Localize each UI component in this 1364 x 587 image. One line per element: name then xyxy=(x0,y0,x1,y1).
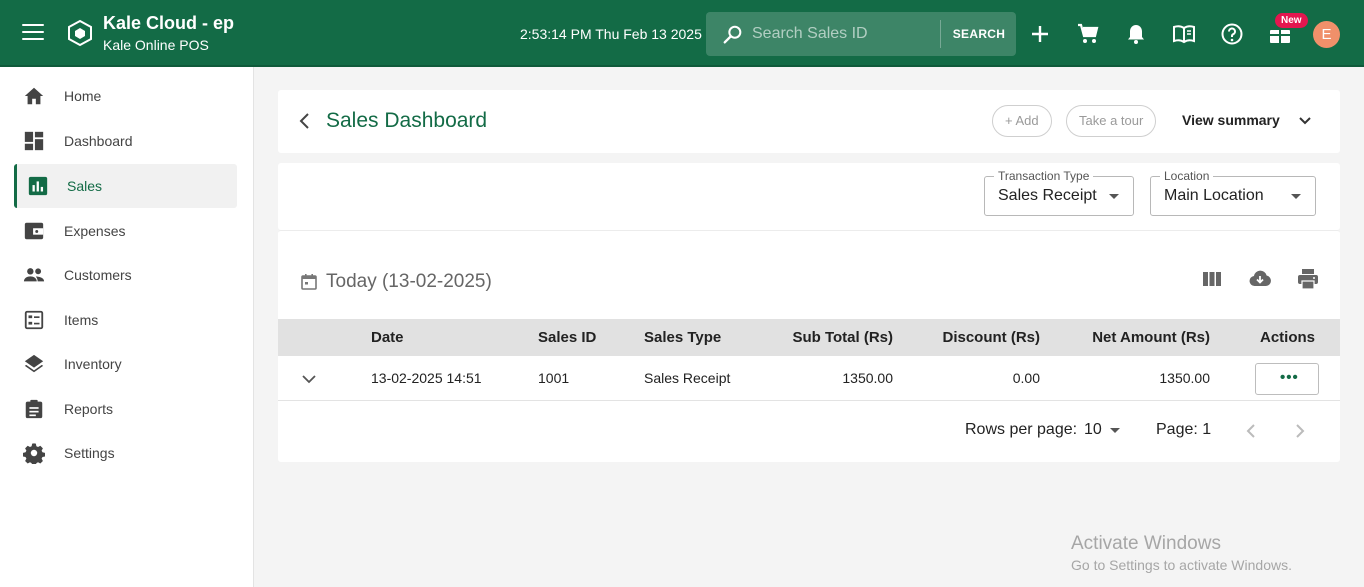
sidebar-item-sales[interactable]: Sales xyxy=(14,164,237,208)
sidebar-item-label: Home xyxy=(64,88,102,104)
column-header-sales-id[interactable]: Sales ID xyxy=(538,329,596,346)
column-header-sub-total[interactable]: Sub Total (Rs) xyxy=(792,329,893,346)
cloud-download-icon[interactable] xyxy=(1248,267,1272,291)
dashboard-icon xyxy=(24,131,44,151)
brand-title: Kale Cloud - ep xyxy=(103,13,235,33)
column-header-actions: Actions xyxy=(1260,329,1316,346)
sidebar-item-label: Reports xyxy=(64,401,114,417)
page-title: Sales Dashboard xyxy=(326,109,488,132)
more-dots-icon: ••• xyxy=(1280,369,1299,386)
bell-icon[interactable] xyxy=(1124,22,1148,46)
logo-icon xyxy=(68,19,92,47)
transaction-type-label: Transaction Type xyxy=(994,169,1094,183)
transaction-type-select[interactable]: Transaction Type Sales Receipt xyxy=(984,169,1134,216)
sidebar-item-dashboard[interactable]: Dashboard xyxy=(14,119,237,163)
cart-icon[interactable] xyxy=(1076,22,1100,46)
clock: 2:53:14 PM Thu Feb 13 2025 xyxy=(520,26,702,42)
location-select[interactable]: Location Main Location xyxy=(1150,169,1316,216)
add-button[interactable]: + Add xyxy=(992,105,1052,137)
calendar-icon xyxy=(301,274,317,290)
search-icon xyxy=(723,25,742,44)
column-header-discount[interactable]: Discount (Rs) xyxy=(943,329,1041,346)
activate-windows-subtitle: Go to Settings to activate Windows. xyxy=(1071,557,1292,573)
sidebar-item-label: Items xyxy=(64,312,99,328)
cell-date: 13-02-2025 14:51 xyxy=(371,370,482,386)
sidebar-item-label: Inventory xyxy=(64,356,122,372)
home-icon xyxy=(24,87,44,105)
page-header: Sales Dashboard + Add Take a tour View s… xyxy=(278,90,1340,153)
top-bar: Kale Cloud - ep Kale Online POS 2:53:14 … xyxy=(0,0,1364,67)
chevron-down-icon[interactable] xyxy=(300,371,318,387)
list-icon xyxy=(24,310,44,330)
sidebar-item-customers[interactable]: Customers xyxy=(14,253,237,297)
plus-icon[interactable] xyxy=(1028,22,1052,46)
sidebar-item-label: Expenses xyxy=(64,223,126,239)
caret-down-icon xyxy=(1109,194,1119,199)
cell-sales-id: 1001 xyxy=(538,370,570,386)
column-header-sales-type[interactable]: Sales Type xyxy=(644,329,721,346)
sidebar: Home Dashboard Sales Expenses Customers … xyxy=(0,67,254,587)
sidebar-item-home[interactable]: Home xyxy=(14,74,237,118)
table-header: Date Sales ID Sales Type Sub Total (Rs) … xyxy=(278,319,1340,356)
bar-chart-icon xyxy=(28,176,48,196)
caret-down-icon xyxy=(1110,428,1120,433)
brand-subtitle: Kale Online POS xyxy=(103,37,209,53)
cell-net-amount: 1350.00 xyxy=(1159,370,1210,386)
sidebar-item-reports[interactable]: Reports xyxy=(14,387,237,431)
gear-icon xyxy=(23,443,45,464)
page-indicator: Page: 1 xyxy=(1156,421,1212,438)
chevron-down-icon[interactable] xyxy=(1296,112,1314,130)
clipboard-icon xyxy=(25,399,43,419)
search-button[interactable]: SEARCH xyxy=(942,12,1016,56)
wallet-icon xyxy=(24,222,44,240)
column-header-net-amount[interactable]: Net Amount (Rs) xyxy=(1092,329,1210,346)
sidebar-item-expenses[interactable]: Expenses xyxy=(14,209,237,253)
print-icon[interactable] xyxy=(1296,267,1320,291)
view-summary-button[interactable]: View summary xyxy=(1182,112,1280,128)
columns-icon[interactable] xyxy=(1200,267,1224,291)
location-value: Main Location xyxy=(1164,187,1264,204)
filter-bar: Transaction Type Sales Receipt Location … xyxy=(278,163,1340,230)
table-row: 13-02-2025 14:51 1001 Sales Receipt 1350… xyxy=(278,356,1340,401)
caret-down-icon xyxy=(1291,194,1301,199)
location-label: Location xyxy=(1160,169,1214,183)
avatar[interactable]: E xyxy=(1313,21,1340,48)
sales-table-card: Today (13-02-2025) Date Sales ID Sales T… xyxy=(278,230,1340,462)
activate-windows-title: Activate Windows xyxy=(1071,533,1221,554)
help-icon[interactable] xyxy=(1220,22,1244,46)
row-actions-button[interactable]: ••• xyxy=(1255,363,1319,395)
sidebar-item-label: Settings xyxy=(64,445,115,461)
sidebar-item-items[interactable]: Items xyxy=(14,298,237,342)
cell-sub-total: 1350.00 xyxy=(842,370,893,386)
book-icon[interactable] xyxy=(1172,22,1196,46)
people-icon xyxy=(23,268,45,282)
transaction-type-value: Sales Receipt xyxy=(998,187,1097,204)
search-box: SEARCH xyxy=(706,12,1016,56)
next-page-icon[interactable] xyxy=(1292,422,1308,440)
rows-per-page-select[interactable]: 10 xyxy=(1084,421,1102,439)
sidebar-item-inventory[interactable]: Inventory xyxy=(14,342,237,386)
sidebar-item-label: Sales xyxy=(67,178,103,194)
back-arrow-icon[interactable] xyxy=(296,111,314,131)
cell-sales-type: Sales Receipt xyxy=(644,370,731,386)
date-heading: Today (13-02-2025) xyxy=(326,271,492,292)
menu-icon[interactable] xyxy=(22,24,44,42)
sidebar-item-label: Dashboard xyxy=(64,133,133,149)
rows-per-page-label: Rows per page: xyxy=(965,421,1078,438)
sidebar-item-settings[interactable]: Settings xyxy=(14,431,237,475)
previous-page-icon[interactable] xyxy=(1243,422,1259,440)
sidebar-item-label: Customers xyxy=(64,267,132,283)
search-divider xyxy=(940,20,941,48)
search-input[interactable] xyxy=(752,20,932,48)
column-header-date[interactable]: Date xyxy=(371,329,404,346)
new-badge: New xyxy=(1275,13,1308,28)
cell-discount: 0.00 xyxy=(1012,370,1040,386)
layers-icon xyxy=(24,354,44,373)
take-tour-button[interactable]: Take a tour xyxy=(1066,105,1157,137)
